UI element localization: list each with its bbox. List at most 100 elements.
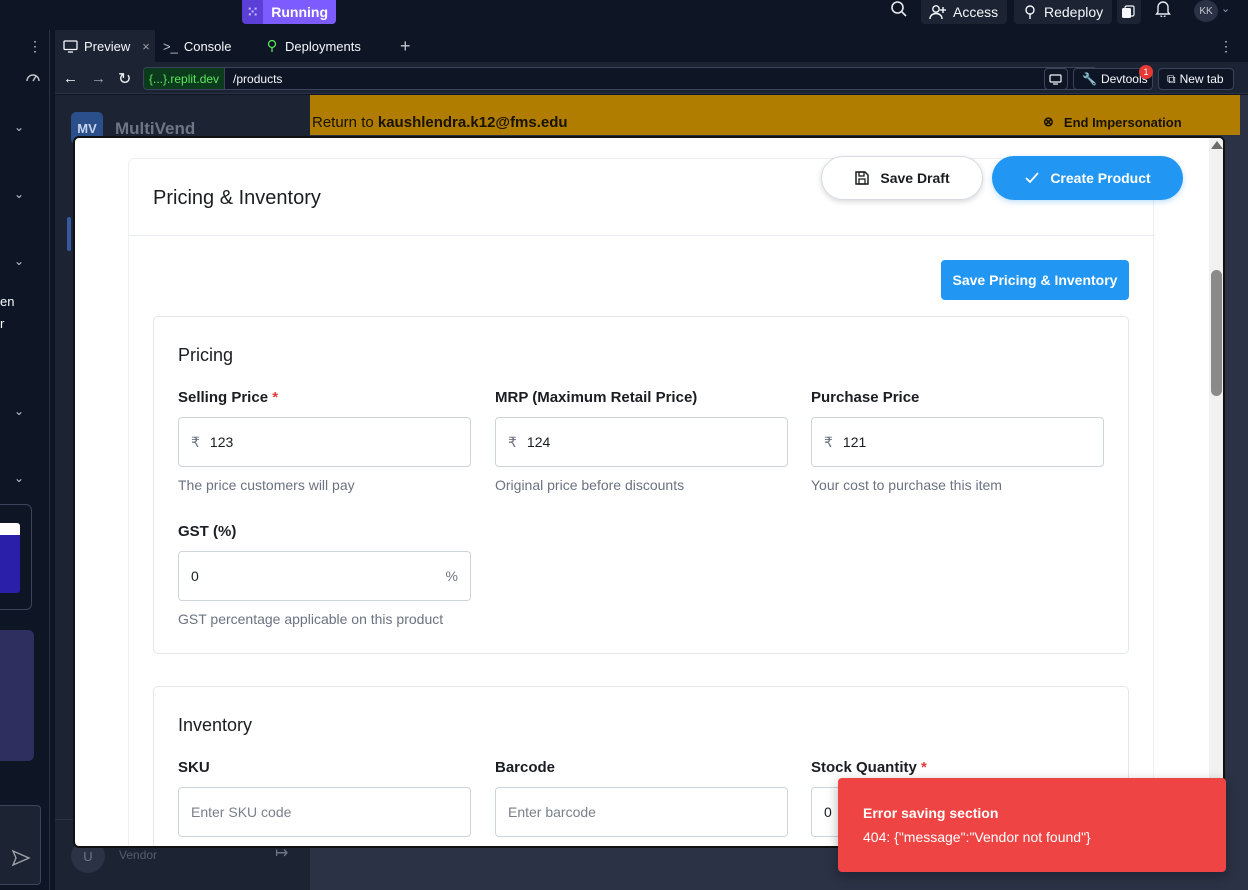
chevron-down-icon[interactable]: ⌄	[14, 471, 24, 485]
save-draft-label: Save Draft	[880, 170, 950, 186]
external-link-icon: ⧉	[1167, 71, 1176, 86]
run-status-label: Running	[263, 0, 336, 24]
mrp-label: MRP (Maximum Retail Price)	[495, 389, 698, 406]
rupee-icon: ₹	[508, 433, 517, 450]
close-circle-icon: ⊗	[1043, 114, 1054, 129]
required-marker: *	[272, 389, 279, 406]
sidebar-text-fragment: r	[0, 316, 5, 331]
rupee-icon: ₹	[824, 433, 833, 450]
purchase-price-input[interactable]: ₹ 121	[811, 417, 1104, 467]
url-path: /products	[233, 71, 283, 86]
chat-input[interactable]	[0, 805, 41, 885]
pricing-section: Pricing Selling Price * ₹ 123 The price …	[153, 316, 1129, 654]
gst-input[interactable]: 0 %	[178, 551, 471, 601]
chevron-down-icon[interactable]: ⌄	[14, 254, 24, 268]
url-input[interactable]: {...}.replit.dev /products →	[143, 67, 1097, 90]
back-arrow-icon[interactable]: ←	[63, 70, 78, 87]
save-icon	[854, 170, 870, 186]
pane-tabs: Preview × >_ Console Deployments + ⋮	[55, 30, 1248, 62]
bell-icon[interactable]	[1155, 0, 1173, 18]
sidebar-text-fragment: en	[0, 294, 15, 309]
redeploy-label: Redeploy	[1044, 4, 1104, 20]
input-placeholder: Enter SKU code	[191, 804, 292, 820]
help-text: The price customers will pay	[178, 477, 355, 493]
search-icon[interactable]	[890, 0, 910, 20]
percent-icon: %	[445, 568, 458, 584]
input-value: 121	[842, 434, 867, 450]
device-icon[interactable]	[1044, 68, 1068, 90]
check-icon	[1024, 171, 1040, 185]
card-title: Pricing & Inventory	[153, 187, 321, 209]
monitor-icon	[63, 39, 78, 53]
more-vertical-icon[interactable]: ⋮	[28, 38, 42, 55]
tab-deployments[interactable]: Deployments	[257, 30, 369, 62]
pricing-inventory-card: Pricing & Inventory Save Pricing & Inven…	[128, 158, 1155, 846]
save-draft-button[interactable]: Save Draft	[821, 156, 983, 200]
wrench-icon: 🔧	[1082, 72, 1097, 86]
devtools-badge: 1	[1139, 65, 1153, 79]
tab-label: Preview	[84, 38, 131, 54]
error-toast[interactable]: Error saving section 404: {"message":"Ve…	[838, 778, 1226, 872]
end-impersonation-button[interactable]: ⊗ End Impersonation	[1043, 114, 1182, 130]
footer-role: Vendor	[119, 848, 158, 862]
new-tab-label: New tab	[1179, 72, 1224, 86]
sku-label: SKU	[178, 759, 210, 776]
toast-title: Error saving section	[863, 805, 999, 821]
deploy-icon	[1022, 4, 1038, 20]
new-tab-button[interactable]: ⧉ New tab	[1158, 68, 1234, 90]
chevron-down-icon[interactable]: ⌄	[14, 404, 24, 418]
save-section-button[interactable]: Save Pricing & Inventory	[941, 260, 1129, 300]
access-label: Access	[953, 4, 999, 20]
tab-console[interactable]: >_ Console	[155, 30, 240, 62]
barcode-input[interactable]: Enter barcode	[495, 787, 788, 837]
redeploy-button[interactable]: Redeploy	[1014, 0, 1112, 24]
add-tab-icon[interactable]: +	[400, 36, 411, 57]
sku-input[interactable]: Enter SKU code	[178, 787, 471, 837]
more-vertical-icon[interactable]: ⋮	[1219, 38, 1233, 55]
create-product-label: Create Product	[1050, 170, 1151, 186]
forward-arrow-icon[interactable]: →	[91, 70, 106, 87]
field-label: Selling Price *	[178, 389, 278, 406]
help-text: GST percentage applicable on this produc…	[178, 611, 444, 627]
deploy-icon	[265, 39, 279, 53]
input-value: 123	[209, 434, 234, 450]
required-marker: *	[921, 759, 927, 776]
gauge-icon[interactable]	[25, 70, 41, 84]
purchase-price-label: Purchase Price	[811, 389, 920, 406]
help-text: Original price before discounts	[495, 477, 685, 493]
mrp-input[interactable]: ₹ 124	[495, 417, 788, 467]
close-icon[interactable]: ×	[142, 39, 150, 54]
send-icon[interactable]	[11, 849, 31, 867]
barcode-label: Barcode	[495, 759, 556, 776]
run-status-button[interactable]: ⁙ Running	[242, 0, 336, 24]
left-panel-strip	[0, 30, 50, 890]
active-indicator	[67, 217, 71, 251]
scroll-up-icon[interactable]	[1211, 141, 1223, 149]
selling-price-input[interactable]: ₹ 123	[178, 417, 471, 467]
impersonation-prefix: Return to	[312, 114, 374, 131]
toast-message: 404: {"message":"Vendor not found"}	[863, 829, 1091, 845]
chevron-down-icon[interactable]: ⌄	[14, 187, 24, 201]
thumbnail-image	[0, 523, 20, 593]
copy-icon[interactable]	[1117, 0, 1141, 24]
gst-label: GST (%)	[178, 523, 237, 540]
access-button[interactable]: Access	[921, 0, 1007, 24]
chevron-down-icon[interactable]: ⌄	[14, 120, 24, 134]
impersonation-email: kaushlendra.k12@fms.edu	[377, 114, 568, 131]
chevron-down-icon[interactable]: ⌄	[1221, 2, 1230, 15]
input-value: 0	[824, 804, 832, 820]
create-product-button[interactable]: Create Product	[992, 156, 1183, 200]
impersonation-text: Return to kaushlendra.k12@fms.edu	[312, 114, 568, 131]
tab-label: Deployments	[285, 38, 361, 54]
reload-icon[interactable]: ↻	[118, 69, 131, 89]
preview-thumbnail-card[interactable]	[0, 504, 32, 610]
field-label: Stock Quantity *	[811, 759, 927, 776]
section-heading: Inventory	[178, 715, 253, 735]
tab-preview[interactable]: Preview ×	[55, 30, 155, 62]
scrollbar-thumb[interactable]	[1211, 270, 1222, 396]
product-modal: Pricing & Inventory Save Pricing & Inven…	[73, 136, 1225, 848]
add-user-icon	[929, 4, 947, 20]
user-avatar[interactable]: KK	[1194, 0, 1218, 22]
modal-scrollbar[interactable]	[1209, 138, 1223, 846]
url-host: {...}.replit.dev	[144, 68, 226, 89]
